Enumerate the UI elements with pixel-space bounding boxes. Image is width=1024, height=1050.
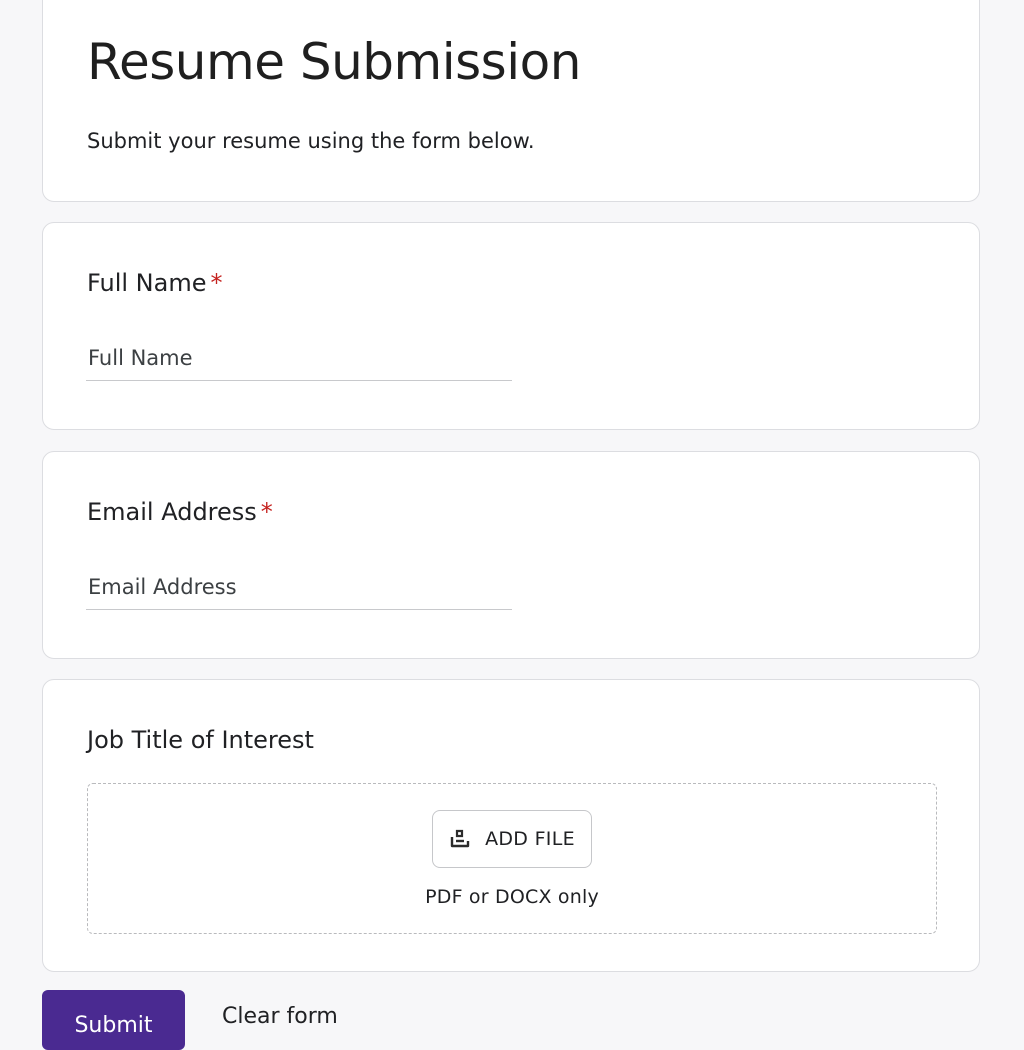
file-type-hint: PDF or DOCX only [425, 886, 599, 908]
form-description: Submit your resume using the form below. [87, 129, 535, 153]
full-name-input[interactable] [86, 335, 512, 381]
email-question: Email Address * [87, 498, 273, 526]
full-name-label: Full Name [87, 269, 207, 297]
form-title: Resume Submission [87, 33, 581, 91]
job-title-question: Job Title of Interest [87, 726, 314, 754]
add-file-label: ADD FILE [485, 828, 575, 850]
question-card-full-name: Full Name * [42, 222, 980, 430]
full-name-question: Full Name * [87, 269, 222, 297]
submit-button[interactable]: Submit [42, 990, 185, 1050]
question-card-email: Email Address * [42, 451, 980, 659]
email-label: Email Address [87, 498, 257, 526]
required-asterisk: * [260, 498, 273, 526]
clear-form-button[interactable]: Clear form [222, 1004, 338, 1029]
form-header-card: Resume Submission Submit your resume usi… [42, 0, 980, 202]
required-asterisk: * [210, 269, 223, 297]
email-input[interactable] [86, 564, 512, 610]
question-card-job-title: Job Title of Interest ADD FILE PDF or DO… [42, 679, 980, 972]
job-title-label: Job Title of Interest [87, 726, 314, 754]
upload-file-icon [449, 828, 471, 850]
add-file-button[interactable]: ADD FILE [432, 810, 592, 868]
file-dropzone[interactable]: ADD FILE PDF or DOCX only [87, 783, 937, 934]
submit-label: Submit [74, 1013, 153, 1038]
